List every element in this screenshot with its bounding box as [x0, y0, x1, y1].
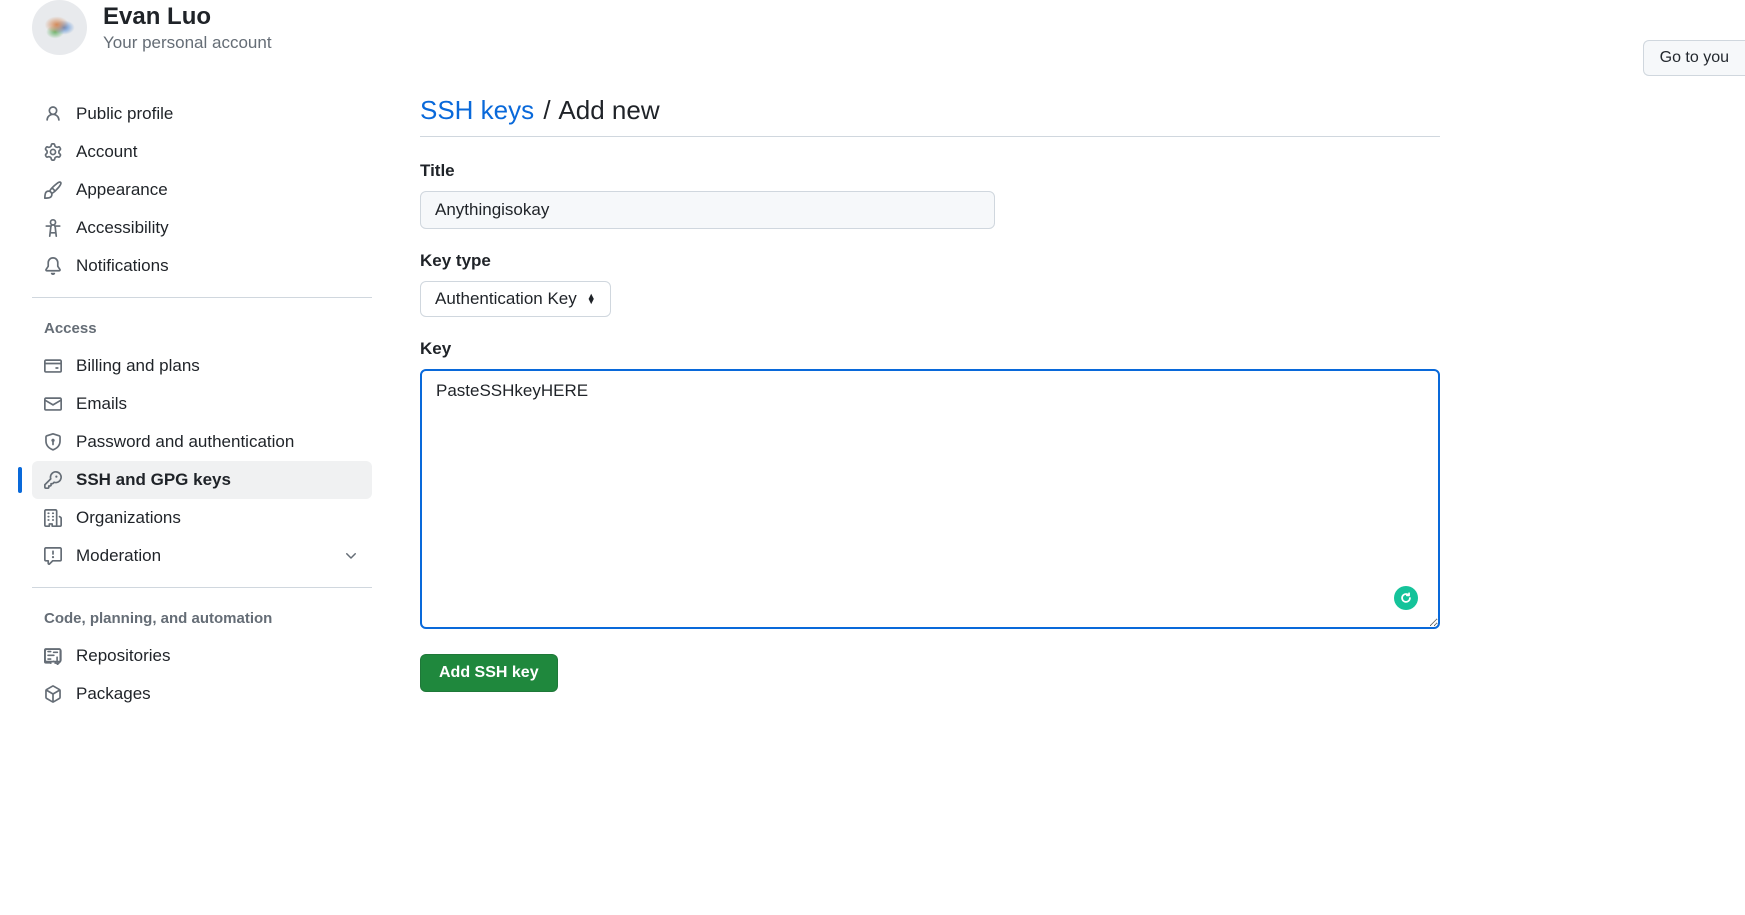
bell-icon — [44, 257, 62, 275]
sidebar-item-label: Billing and plans — [76, 356, 200, 376]
account-subtitle: Your personal account — [103, 33, 272, 53]
key-textarea[interactable] — [420, 369, 1440, 629]
sidebar-item-label: SSH and GPG keys — [76, 470, 231, 490]
sidebar-item-label: Account — [76, 142, 137, 162]
submit-label: Add SSH key — [439, 664, 539, 681]
settings-sidebar: Public profile Account Appearance Access… — [32, 95, 372, 713]
sidebar-item-label: Organizations — [76, 508, 181, 528]
add-ssh-key-button[interactable]: Add SSH key — [420, 654, 558, 692]
repo-icon — [44, 647, 62, 665]
sidebar-item-account[interactable]: Account — [32, 133, 372, 171]
title-label: Title — [420, 161, 1440, 181]
go-to-profile-button[interactable]: Go to you — [1643, 40, 1745, 76]
breadcrumb-separator: / — [543, 95, 550, 125]
sidebar-item-notifications[interactable]: Notifications — [32, 247, 372, 285]
sidebar-item-label: Password and authentication — [76, 432, 294, 452]
person-icon — [44, 105, 62, 123]
package-icon — [44, 685, 62, 703]
title-input[interactable] — [420, 191, 995, 229]
sidebar-item-repositories[interactable]: Repositories — [32, 637, 372, 675]
organization-icon — [44, 509, 62, 527]
accessibility-icon — [44, 219, 62, 237]
breadcrumb: SSH keys / Add new — [420, 95, 1440, 137]
sidebar-item-label: Repositories — [76, 646, 171, 666]
sidebar-item-organizations[interactable]: Organizations — [32, 499, 372, 537]
breadcrumb-parent[interactable]: SSH keys — [420, 95, 534, 125]
sidebar-item-emails[interactable]: Emails — [32, 385, 372, 423]
sidebar-item-label: Accessibility — [76, 218, 169, 238]
sidebar-item-password[interactable]: Password and authentication — [32, 423, 372, 461]
sidebar-item-label: Appearance — [76, 180, 168, 200]
main-content: SSH keys / Add new Title Key type Authen… — [420, 95, 1440, 713]
divider — [32, 297, 372, 298]
section-header-access: Access — [32, 310, 372, 347]
sidebar-item-label: Moderation — [76, 546, 161, 566]
keytype-select[interactable]: Authentication Key ▲▼ — [420, 281, 611, 317]
breadcrumb-current: Add new — [558, 95, 659, 125]
sidebar-item-packages[interactable]: Packages — [32, 675, 372, 713]
keytype-value: Authentication Key — [435, 289, 577, 309]
user-name: Evan Luo — [103, 3, 272, 31]
paintbrush-icon — [44, 181, 62, 199]
go-to-profile-label: Go to you — [1660, 49, 1729, 66]
sidebar-item-label: Public profile — [76, 104, 173, 124]
sidebar-item-accessibility[interactable]: Accessibility — [32, 209, 372, 247]
sidebar-item-public-profile[interactable]: Public profile — [32, 95, 372, 133]
grammarly-icon[interactable] — [1394, 586, 1418, 610]
avatar[interactable] — [32, 0, 87, 55]
sidebar-item-appearance[interactable]: Appearance — [32, 171, 372, 209]
mail-icon — [44, 395, 62, 413]
key-icon — [44, 471, 62, 489]
header-text: Evan Luo Your personal account — [103, 3, 272, 53]
creditcard-icon — [44, 357, 62, 375]
sidebar-item-moderation[interactable]: Moderation — [32, 537, 372, 575]
chevron-down-icon — [342, 547, 360, 565]
sidebar-item-ssh-keys[interactable]: SSH and GPG keys — [32, 461, 372, 499]
sidebar-item-label: Notifications — [76, 256, 169, 276]
key-label: Key — [420, 339, 1440, 359]
gear-icon — [44, 143, 62, 161]
sidebar-item-label: Packages — [76, 684, 151, 704]
keytype-label: Key type — [420, 251, 1440, 271]
section-header-code: Code, planning, and automation — [32, 600, 372, 637]
sidebar-item-label: Emails — [76, 394, 127, 414]
select-arrows-icon: ▲▼ — [587, 294, 596, 304]
divider — [32, 587, 372, 588]
report-icon — [44, 547, 62, 565]
sidebar-item-billing[interactable]: Billing and plans — [32, 347, 372, 385]
shieldlock-icon — [44, 433, 62, 451]
